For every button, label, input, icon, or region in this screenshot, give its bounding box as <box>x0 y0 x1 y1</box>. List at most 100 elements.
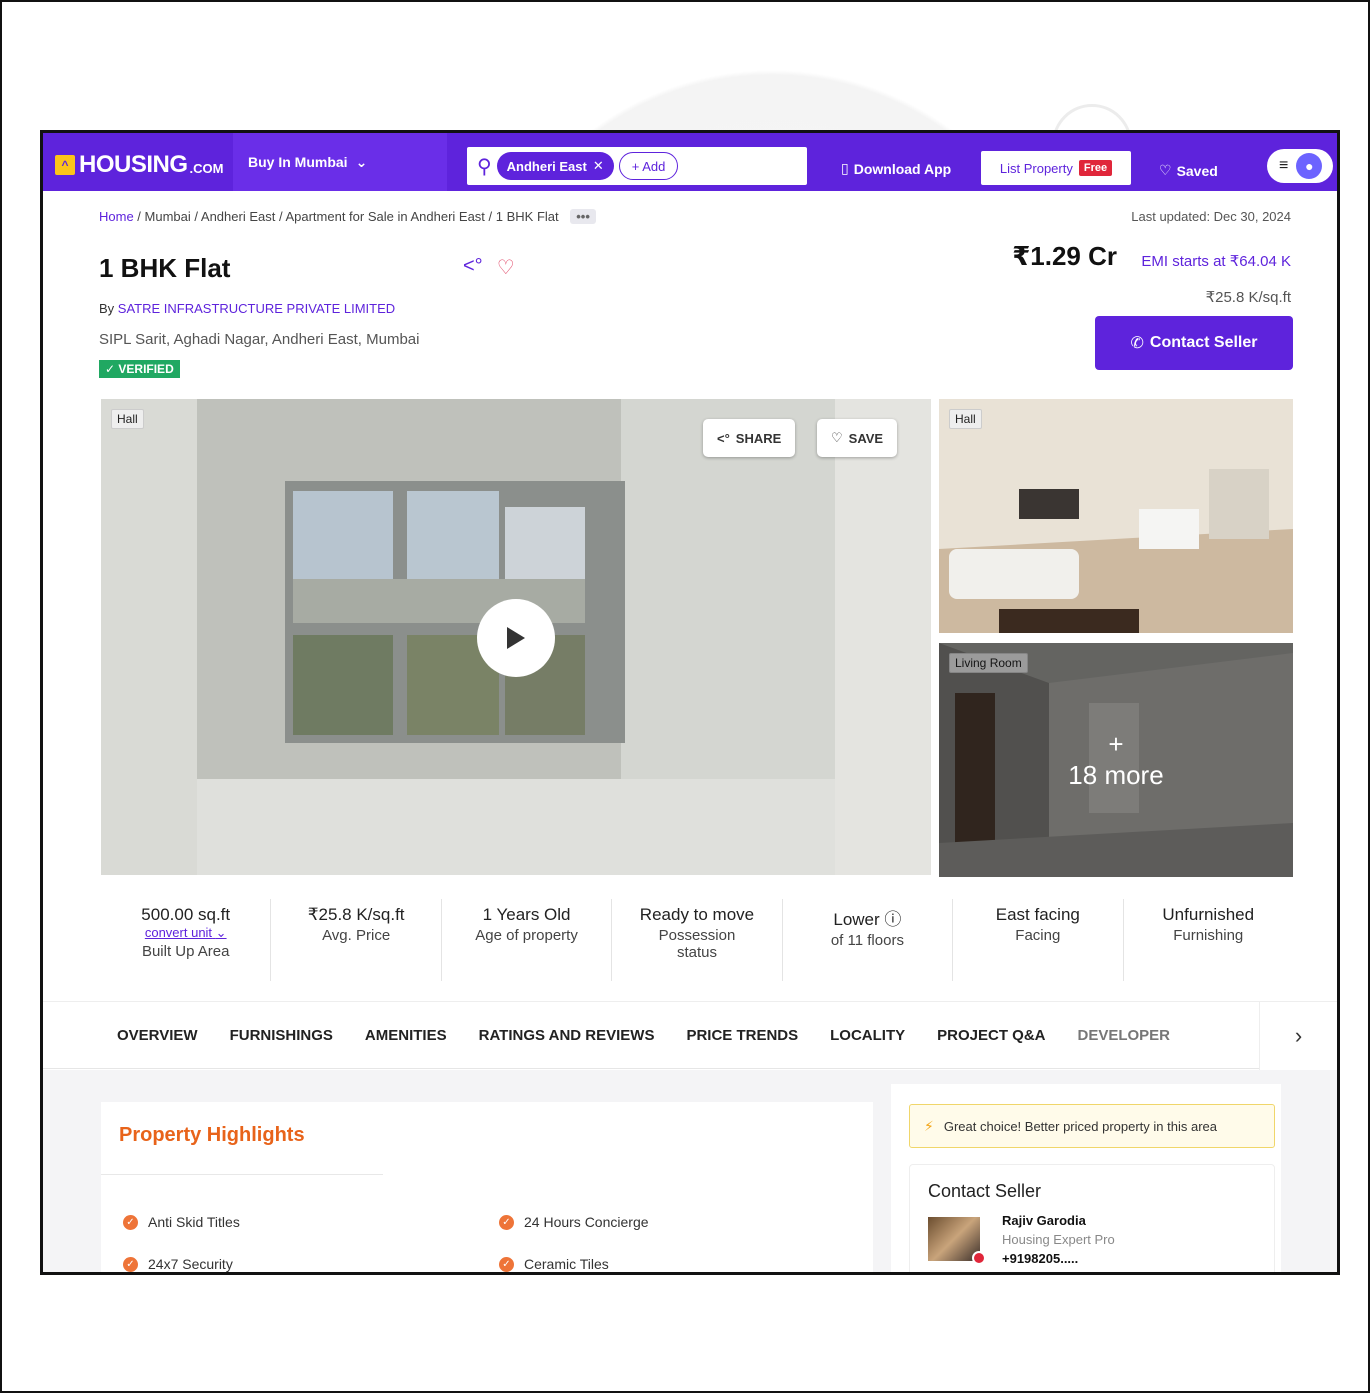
fact-value: Unfurnished <box>1162 905 1255 924</box>
share-button[interactable]: <° SHARE <box>703 419 796 457</box>
tab-ratings-and-reviews[interactable]: RATINGS AND REVIEWS <box>479 1027 655 1044</box>
buy-in-dropdown[interactable]: Buy In Mumbai ⌄ <box>233 133 447 191</box>
main-video-thumbnail[interactable]: Hall <° SHARE ♡ SAVE <box>101 399 931 875</box>
details-section: Property Highlights ✓ Anti Skid Titles ✓… <box>43 1070 1337 1272</box>
image-tag-hall: Hall <box>111 409 144 429</box>
fact-furnishing: Unfurnished Furnishing <box>1124 899 1293 981</box>
section-tabs: OVERVIEW FURNISHINGS AMENITIES RATINGS A… <box>43 1001 1337 1070</box>
fact-avg-price: ₹25.8 K/sq.ft Avg. Price <box>271 899 442 981</box>
highlight-label: Ceramic Tiles <box>524 1256 609 1272</box>
breadcrumb: Home / Mumbai / Andheri East / Apartment… <box>99 209 596 224</box>
property-address: SIPL Sarit, Aghadi Nagar, Andheri East, … <box>99 331 420 348</box>
search-chip-andheri-east[interactable]: Andheri East ✕ <box>496 152 614 180</box>
play-icon <box>507 627 525 649</box>
convert-unit-link[interactable]: convert unit ⌄ <box>101 925 270 941</box>
saved-link[interactable]: ♡ Saved <box>1159 162 1218 179</box>
heart-icon[interactable]: ♡ <box>497 255 515 280</box>
breadcrumb-more[interactable]: ••• <box>570 209 596 224</box>
fact-value: 1 Years Old <box>482 905 571 924</box>
convert-unit-label: convert unit <box>144 925 213 940</box>
phone-icon: ✆ <box>1130 335 1144 352</box>
tab-locality[interactable]: LOCALITY <box>830 1027 905 1044</box>
fact-value: Ready to move <box>639 905 755 924</box>
fact-label: Built Up Area <box>141 943 230 960</box>
gallery-image-hall[interactable]: Hall <box>939 399 1293 633</box>
breadcrumb-locality[interactable]: Andheri East <box>201 209 275 224</box>
user-menu[interactable]: ≡ ● <box>1267 149 1333 183</box>
highlight-label: 24 Hours Concierge <box>524 1214 649 1230</box>
agent-phone[interactable]: +9198205..... <box>1002 1251 1078 1266</box>
highlight-item: ✓ 24x7 Security <box>123 1256 233 1272</box>
hall-illustration <box>939 399 1293 633</box>
saved-label: Saved <box>1176 162 1218 179</box>
logo-text: HOUSING <box>79 151 188 178</box>
fact-value: Lower ⓘ <box>783 905 952 930</box>
tab-overview[interactable]: OVERVIEW <box>117 1027 198 1044</box>
check-icon: ✓ <box>123 1256 138 1272</box>
contact-seller-title: Contact Seller <box>928 1181 1042 1201</box>
page-frame: ^ HOUSING .COM Buy In Mumbai ⌄ ⚲ Andheri… <box>0 0 1370 1393</box>
list-property-label: List Property <box>999 160 1073 176</box>
fact-label: Facing <box>1015 927 1061 944</box>
close-icon[interactable]: ✕ <box>593 158 604 174</box>
bolt-icon: ⚡ <box>924 1117 934 1134</box>
fact-built-up-area: 500.00 sq.ft convert unit ⌄ Built Up Are… <box>101 899 272 981</box>
property-price: ₹1.29 Cr <box>1012 241 1117 271</box>
tab-project-qa[interactable]: PROJECT Q&A <box>937 1027 1045 1044</box>
fact-value: ₹25.8 K/sq.ft <box>307 905 405 924</box>
breadcrumb-current: 1 BHK Flat <box>495 209 559 224</box>
by-prefix: By <box>99 301 115 316</box>
property-highlights-card: Property Highlights ✓ Anti Skid Titles ✓… <box>101 1102 873 1272</box>
page-title: 1 BHK Flat <box>99 253 231 283</box>
emi-link[interactable]: EMI starts at ₹64.04 K <box>1141 252 1291 270</box>
share-icon[interactable]: <° <box>463 255 483 280</box>
tab-price-trends[interactable]: PRICE TRENDS <box>686 1027 798 1044</box>
highlight-item: ✓ 24 Hours Concierge <box>499 1214 649 1230</box>
developer-line: By SATRE INFRASTRUCTURE PRIVATE LIMITED <box>99 301 395 316</box>
agent-name: Rajiv Garodia <box>1002 1213 1086 1228</box>
download-app-link[interactable]: ▯ Download App <box>841 160 951 177</box>
save-label: SAVE <box>848 430 884 446</box>
title-actions: <° ♡ <box>463 255 515 280</box>
search-bar[interactable]: ⚲ Andheri East ✕ + Add <box>467 147 807 185</box>
housing-logo[interactable]: ^ HOUSING .COM <box>55 151 223 179</box>
check-icon: ✓ <box>499 1256 514 1272</box>
highlight-label: Anti Skid Titles <box>148 1214 240 1230</box>
fact-floor: Lower ⓘ of 11 floors <box>783 899 954 981</box>
breadcrumb-category[interactable]: Apartment for Sale in Andheri East <box>285 209 484 224</box>
search-icon: ⚲ <box>477 155 492 178</box>
seller-side-panel: ⚡ Great choice! Better priced property i… <box>891 1084 1281 1272</box>
list-property-button[interactable]: List Property Free <box>981 151 1131 185</box>
info-icon[interactable]: ⓘ <box>884 910 901 929</box>
save-button[interactable]: ♡ SAVE <box>817 419 898 457</box>
fact-label: of 11 floors <box>830 932 904 949</box>
heart-icon: ♡ <box>831 430 843 445</box>
contact-seller-card: Contact Seller Rajiv Garodia Housing Exp… <box>909 1164 1275 1272</box>
fact-label: Avg. Price <box>322 927 391 944</box>
fact-value: East facing <box>995 905 1080 924</box>
highlight-item: ✓ Ceramic Tiles <box>499 1256 609 1272</box>
developer-link[interactable]: SATRE INFRASTRUCTURE PRIVATE LIMITED <box>118 301 395 316</box>
avatar: ● <box>1296 153 1323 179</box>
more-images-overlay[interactable]: + 18 more <box>939 643 1293 877</box>
play-button[interactable] <box>477 599 555 677</box>
expert-badge-icon <box>972 1251 986 1265</box>
breadcrumb-mumbai[interactable]: Mumbai <box>145 209 191 224</box>
tab-developer[interactable]: DEVELOPER <box>1078 1027 1171 1044</box>
chevron-right-icon[interactable]: › <box>1259 1002 1337 1070</box>
image-tag-hall: Hall <box>949 409 982 429</box>
breadcrumb-home[interactable]: Home <box>99 209 134 224</box>
tab-amenities[interactable]: AMENITIES <box>365 1027 447 1044</box>
add-location-button[interactable]: + Add <box>618 152 679 180</box>
fact-label: Possession status <box>658 927 736 961</box>
gallery-image-living-room[interactable]: Living Room + 18 more <box>939 643 1293 877</box>
fact-label: Age of property <box>475 927 578 944</box>
divider <box>101 1174 383 1175</box>
great-choice-text: Great choice! Better priced property in … <box>943 1118 1217 1134</box>
contact-seller-button[interactable]: ✆ Contact Seller <box>1095 316 1293 370</box>
check-icon: ✓ <box>123 1214 138 1230</box>
free-badge: Free <box>1078 160 1113 176</box>
fact-possession: Ready to move Possession status <box>612 899 783 981</box>
chevron-down-icon: ⌄ <box>355 153 368 170</box>
tab-furnishings[interactable]: FURNISHINGS <box>230 1027 333 1044</box>
